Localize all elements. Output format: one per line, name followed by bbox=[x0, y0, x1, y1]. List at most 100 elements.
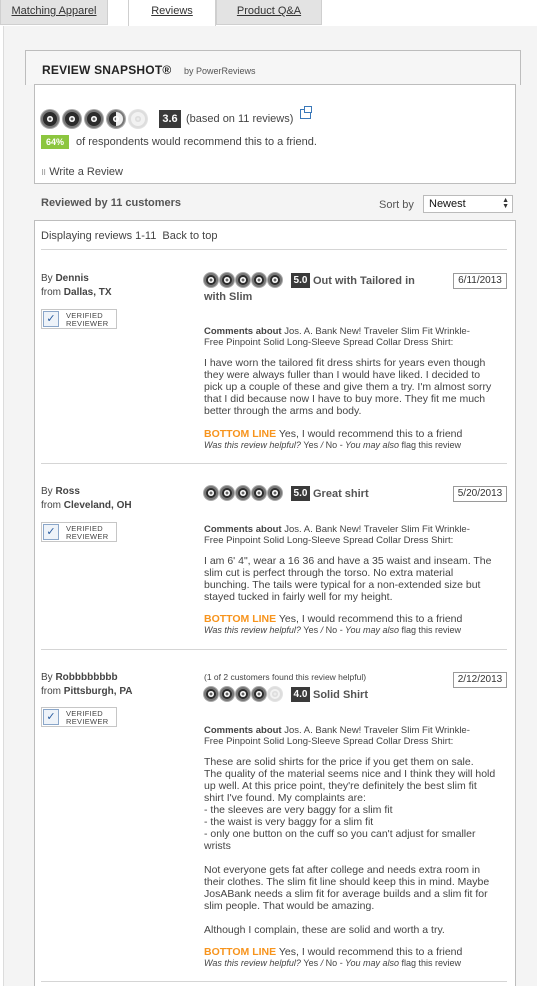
verified-reviewer-badge: ✓ VERIFIED REVIEWER bbox=[41, 309, 117, 329]
review-title-cont: with Slim bbox=[204, 291, 253, 303]
tab-product-qa[interactable]: Product Q&A bbox=[216, 0, 322, 25]
rating-button-icon bbox=[63, 110, 81, 128]
review-body: I am 6' 4", wear a 16 36 and have a 35 w… bbox=[204, 555, 492, 603]
review-body: I have worn the tailored fit dress shirt… bbox=[204, 357, 492, 417]
reviewer-name: Ross bbox=[55, 486, 80, 497]
divider bbox=[41, 249, 507, 250]
rating-button-icon bbox=[268, 273, 282, 287]
reviewer-location: Cleveland, OH bbox=[63, 500, 132, 511]
helpful-prompt: Was this review helpful? Yes / No - You … bbox=[204, 625, 462, 635]
helpful-yes-link[interactable]: Yes bbox=[303, 958, 318, 968]
arrow-icon: ⠿ bbox=[41, 170, 47, 177]
divider bbox=[41, 649, 507, 650]
reviewed-by-count: Reviewed by 11 customers bbox=[41, 197, 182, 209]
divider bbox=[41, 981, 507, 982]
helpful-prompt: Was this review helpful? Yes / No - You … bbox=[204, 958, 462, 968]
review-date: 6/11/2013 bbox=[453, 273, 507, 289]
review-rating-buttons bbox=[204, 486, 282, 500]
snapshot-rating-buttons bbox=[41, 110, 147, 128]
review-snapshot-header: REVIEW SNAPSHOT® by PowerReviews bbox=[25, 50, 521, 85]
based-on-count: (based on 11 reviews) bbox=[186, 113, 294, 125]
helpful-no-link[interactable]: No bbox=[326, 440, 338, 450]
comments-about: Comments about Jos. A. Bank New! Travele… bbox=[204, 326, 470, 348]
review-rating-buttons bbox=[204, 687, 282, 701]
rating-button-icon bbox=[236, 273, 250, 287]
tab-matching-apparel[interactable]: Matching Apparel bbox=[0, 0, 108, 25]
reviewer-name: Robbbbbbbb bbox=[55, 672, 118, 683]
recommend-text: of respondents would recommend this to a… bbox=[76, 136, 317, 148]
displaying-count: Displaying reviews 1-11 bbox=[41, 230, 157, 242]
flag-review-link[interactable]: flag this review bbox=[402, 625, 462, 635]
verified-text: VERIFIED REVIEWER bbox=[66, 311, 109, 328]
rating-button-icon bbox=[220, 273, 234, 287]
verified-reviewer-badge: ✓ VERIFIED REVIEWER bbox=[41, 707, 117, 727]
review-body: These are solid shirts for the price if … bbox=[204, 756, 496, 936]
verified-text: VERIFIED REVIEWER bbox=[66, 524, 109, 541]
helpful-no-link[interactable]: No bbox=[326, 958, 338, 968]
rating-button-icon bbox=[204, 687, 218, 701]
tab-reviews[interactable]: Reviews bbox=[128, 0, 216, 26]
verified-text: VERIFIED REVIEWER bbox=[66, 709, 109, 726]
review-date: 5/20/2013 bbox=[453, 486, 507, 502]
reviewer-location-line: from Cleveland, OH bbox=[41, 500, 132, 511]
helpful-no-link[interactable]: No bbox=[326, 625, 338, 635]
back-to-top-link[interactable]: Back to top bbox=[162, 230, 217, 242]
helpful-yes-link[interactable]: Yes bbox=[303, 625, 318, 635]
rating-button-icon bbox=[85, 110, 103, 128]
review-rating-buttons bbox=[204, 273, 282, 287]
review-title: Out with Tailored in bbox=[313, 275, 415, 287]
reviewer-line: By Robbbbbbbb bbox=[41, 672, 118, 683]
rating-button-icon bbox=[220, 486, 234, 500]
rating-button-icon bbox=[268, 486, 282, 500]
reviewer-location: Pittsburgh, PA bbox=[63, 686, 133, 697]
review-title: Solid Shirt bbox=[313, 689, 368, 701]
reviewer-location-line: from Dallas, TX bbox=[41, 287, 112, 298]
select-arrows-icon: ▲ ▼ bbox=[502, 197, 509, 210]
helpful-prompt: Was this review helpful? Yes / No - You … bbox=[204, 440, 462, 450]
bottom-line: BOTTOM LINE Yes, I would recommend this … bbox=[204, 613, 463, 625]
rating-button-icon bbox=[236, 486, 250, 500]
powerreviews-credit: by PowerReviews bbox=[184, 66, 256, 76]
write-review-link[interactable]: ⠿ Write a Review bbox=[41, 166, 123, 178]
divider bbox=[41, 463, 507, 464]
sort-label: Sort by bbox=[379, 199, 414, 211]
checkmark-icon: ✓ bbox=[43, 709, 59, 725]
review-rating-value: 5.0 bbox=[291, 486, 310, 501]
snapshot-rating-value: 3.6 bbox=[159, 110, 181, 128]
helpful-count: (1 of 2 customers found this review help… bbox=[204, 672, 367, 682]
sort-value: Newest bbox=[429, 198, 466, 210]
recommend-percent-badge: 64% bbox=[41, 135, 69, 149]
review-rating-value: 4.0 bbox=[291, 687, 310, 702]
write-review-label: Write a Review bbox=[49, 166, 123, 178]
rating-button-icon bbox=[252, 687, 266, 701]
popup-icon[interactable] bbox=[300, 106, 312, 119]
helpful-yes-link[interactable]: Yes bbox=[303, 440, 318, 450]
review-date: 2/12/2013 bbox=[453, 672, 507, 688]
reviewer-line: By Ross bbox=[41, 486, 80, 497]
checkmark-icon: ✓ bbox=[43, 311, 59, 327]
bottom-line: BOTTOM LINE Yes, I would recommend this … bbox=[204, 946, 463, 958]
sort-select[interactable]: Newest ▲ ▼ bbox=[423, 195, 513, 213]
reviewer-location: Dallas, TX bbox=[63, 287, 112, 298]
rating-button-icon bbox=[204, 486, 218, 500]
rating-button-icon bbox=[204, 273, 218, 287]
flag-review-link[interactable]: flag this review bbox=[402, 440, 462, 450]
rating-button-icon bbox=[220, 687, 234, 701]
comments-about: Comments about Jos. A. Bank New! Travele… bbox=[204, 725, 470, 747]
reviewer-line: By Dennis bbox=[41, 273, 89, 284]
rating-button-empty-icon bbox=[129, 110, 147, 128]
verified-reviewer-badge: ✓ VERIFIED REVIEWER bbox=[41, 522, 117, 542]
powerreviews-link[interactable]: by PowerReviews bbox=[184, 66, 256, 76]
reviewer-name: Dennis bbox=[55, 273, 89, 284]
displaying-reviews: Displaying reviews 1-11 Back to top bbox=[41, 230, 217, 242]
snapshot-title: REVIEW SNAPSHOT® bbox=[42, 63, 172, 77]
rating-button-icon bbox=[41, 110, 59, 128]
reviewer-location-line: from Pittsburgh, PA bbox=[41, 686, 133, 697]
comments-about: Comments about Jos. A. Bank New! Travele… bbox=[204, 524, 470, 546]
tab-bar: Matching Apparel Reviews Product Q&A bbox=[0, 0, 540, 26]
checkmark-icon: ✓ bbox=[43, 524, 59, 540]
flag-review-link[interactable]: flag this review bbox=[402, 958, 462, 968]
rating-button-empty-icon bbox=[268, 687, 282, 701]
rating-button-icon bbox=[236, 687, 250, 701]
rating-button-half-icon bbox=[107, 110, 125, 128]
